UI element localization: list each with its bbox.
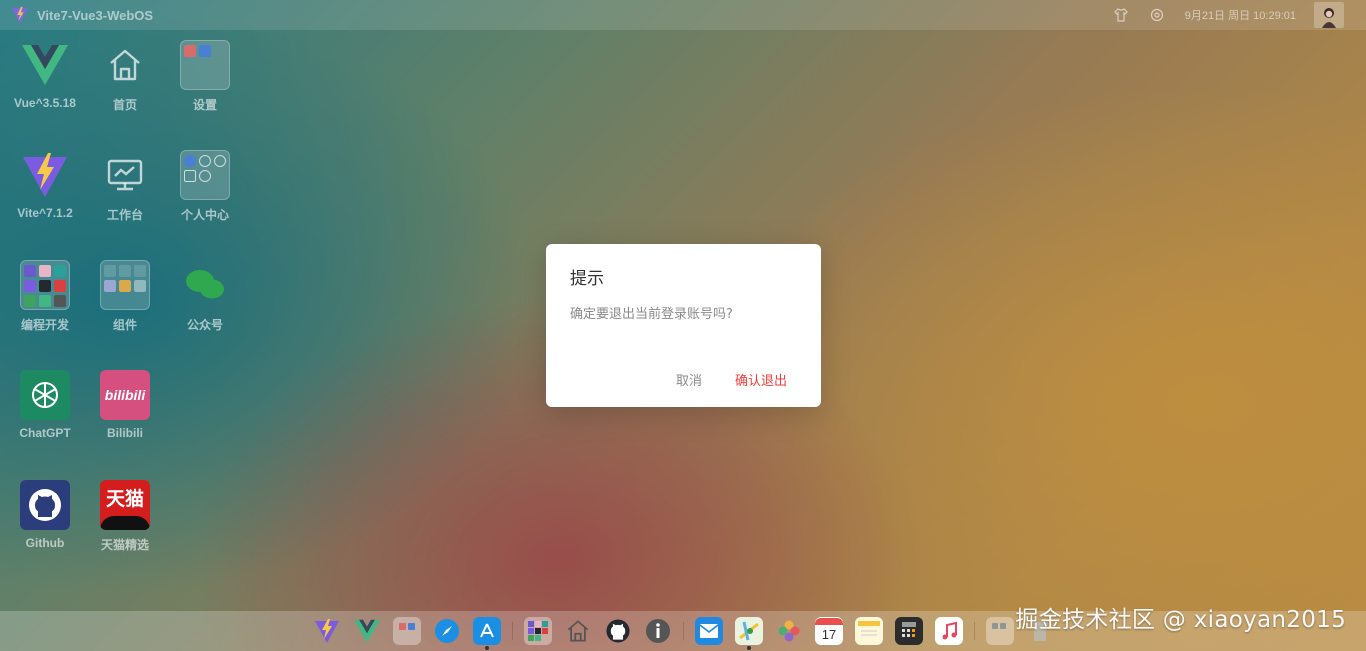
app-label: 设置 xyxy=(192,98,217,112)
dock-info-icon[interactable] xyxy=(644,617,672,645)
dock-github-icon[interactable] xyxy=(604,617,632,645)
app-label: 首页 xyxy=(112,98,137,112)
vite-logo-icon xyxy=(11,6,29,24)
desktop-folder-settings[interactable]: 设置 xyxy=(165,30,245,140)
dock-safari-icon[interactable] xyxy=(433,617,461,645)
app-label: 个人中心 xyxy=(180,208,229,222)
desktop-app-bilibili[interactable]: bilibili Bilibili xyxy=(85,360,165,470)
monitor-chart-icon xyxy=(100,150,150,200)
desktop-folder-user-center[interactable]: 个人中心 xyxy=(165,140,245,250)
desktop-folder-programming[interactable]: 编程开发 xyxy=(5,250,85,360)
dock-calendar-icon[interactable]: 17 xyxy=(815,617,843,645)
wechat-icon xyxy=(180,260,230,310)
components-folder-icon xyxy=(100,260,150,310)
dock-folder-icon[interactable] xyxy=(986,617,1014,645)
dock-maps-icon[interactable] xyxy=(735,617,763,650)
dock-music-icon[interactable] xyxy=(935,617,963,645)
app-label: 天猫精选 xyxy=(100,538,149,552)
user-avatar[interactable] xyxy=(1314,2,1344,28)
cancel-button[interactable]: 取消 xyxy=(676,370,702,389)
shirt-skin-icon[interactable] xyxy=(1113,7,1129,23)
programming-folder-icon xyxy=(20,260,70,310)
app-label: 组件 xyxy=(112,318,137,332)
app-label: Vite^7.1.2 xyxy=(17,206,73,220)
running-indicator xyxy=(485,646,489,650)
running-indicator xyxy=(747,646,751,650)
desktop-app-vite[interactable]: Vite^7.1.2 xyxy=(5,140,85,250)
dock-appstore-icon[interactable] xyxy=(473,617,501,650)
clock-text: 9月21日 周日 10:29:01 xyxy=(1184,10,1296,22)
bilibili-icon: bilibili xyxy=(100,370,150,420)
vite-logo-icon xyxy=(20,150,70,200)
dock-vue-icon[interactable] xyxy=(353,617,381,645)
app-label: Bilibili xyxy=(107,426,143,440)
dock-separator xyxy=(512,622,513,640)
dock-vite-icon[interactable] xyxy=(313,617,341,645)
tmall-icon: 天猫 xyxy=(100,480,150,530)
github-icon xyxy=(20,480,70,530)
confirm-logout-button[interactable]: 确认退出 xyxy=(735,370,787,389)
desktop-app-tmall[interactable]: 天猫 天猫精选 xyxy=(85,470,165,580)
desktop-app-github[interactable]: Github xyxy=(5,470,85,580)
app-label: ChatGPT xyxy=(19,426,71,440)
settings-folder-icon xyxy=(180,40,230,90)
top-bar: Vite7-Vue3-WebOS 9月21日 周日 10:29:01 xyxy=(0,0,1366,30)
app-label: Vue^3.5.18 xyxy=(14,96,76,110)
desktop-app-wechat-official[interactable]: 公众号 xyxy=(165,250,245,360)
vue-logo-icon xyxy=(20,40,70,90)
app-title: Vite7-Vue3-WebOS xyxy=(37,7,154,23)
app-label: 公众号 xyxy=(186,318,223,332)
dock-photos-icon[interactable] xyxy=(775,617,803,645)
user-center-folder-icon xyxy=(180,150,230,200)
desktop-app-vue[interactable]: Vue^3.5.18 xyxy=(5,30,85,140)
dock-settings-folder-icon[interactable] xyxy=(393,617,421,645)
dock-programming-folder-icon[interactable] xyxy=(524,617,552,645)
logout-confirm-dialog: 提示 确定要退出当前登录账号吗? 取消 确认退出 xyxy=(546,244,821,407)
app-label: 工作台 xyxy=(106,208,143,222)
desktop-app-workbench[interactable]: 工作台 xyxy=(85,140,165,250)
desktop-app-home[interactable]: 首页 xyxy=(85,30,165,140)
settings-gear-icon[interactable] xyxy=(1149,7,1165,23)
app-label: 编程开发 xyxy=(20,318,69,332)
home-icon xyxy=(100,40,150,90)
desktop-app-chatgpt[interactable]: ChatGPT xyxy=(5,360,85,470)
desktop-folder-components[interactable]: 组件 xyxy=(85,250,165,360)
dock-home-icon[interactable] xyxy=(564,617,592,645)
dialog-title: 提示 xyxy=(570,269,604,289)
dock-notes-icon[interactable] xyxy=(855,617,883,645)
app-label: Github xyxy=(25,536,65,550)
dock-separator xyxy=(683,622,684,640)
chatgpt-icon xyxy=(20,370,70,420)
dialog-message: 确定要退出当前登录账号吗? xyxy=(570,307,733,322)
dock-separator xyxy=(974,622,975,640)
dock-mail-icon[interactable] xyxy=(695,617,723,645)
dock-calculator-icon[interactable] xyxy=(895,617,923,645)
watermark-text: 掘金技术社区 @ xiaoyan2015 xyxy=(1015,607,1346,633)
